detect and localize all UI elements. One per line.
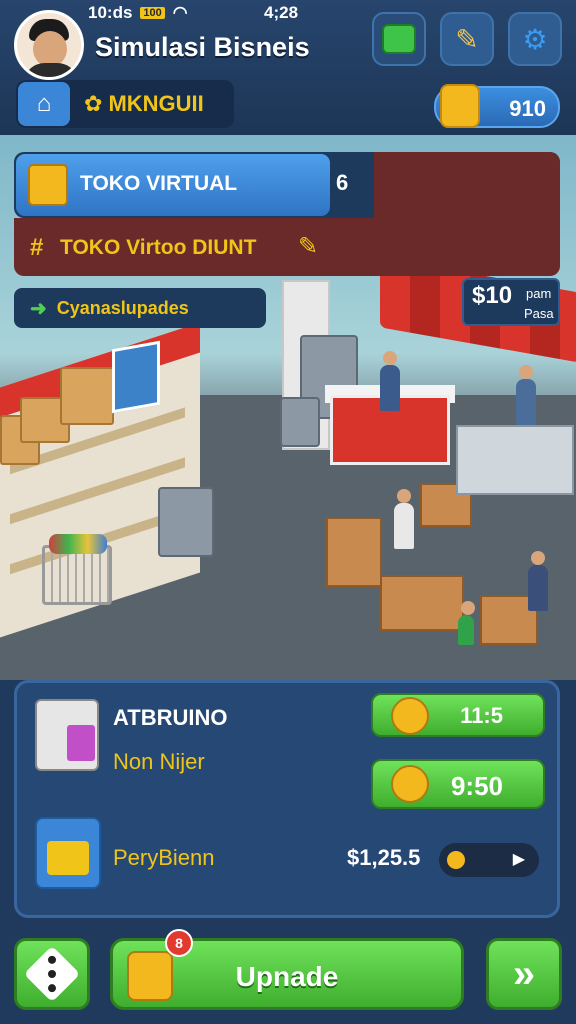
gear-icon: ⚙ — [522, 23, 548, 55]
income-value: 11:5 — [460, 703, 503, 728]
top-bar: 10:ds 100 ◠ 4;28 Simulasi Bisneis ✎ ⚙ ⌂ … — [0, 0, 576, 135]
coin-balance[interactable]: 910 — [434, 84, 560, 128]
menu-label: MKNGUII — [108, 91, 204, 116]
secondary-shop-label: TOKO Virtoo DIUNT — [60, 236, 257, 259]
shop-icon-button[interactable] — [372, 12, 426, 66]
settings-button[interactable]: ⚙ — [508, 12, 562, 66]
coin-icon — [391, 697, 429, 735]
desk — [380, 575, 464, 631]
time-value: 9:50 — [450, 771, 503, 801]
status-bar: 10:ds 100 ◠ 4;28 — [88, 3, 298, 23]
cart-goods — [49, 534, 107, 554]
green-box-icon — [382, 24, 416, 54]
wifi-icon: ◠ — [172, 3, 188, 22]
updates-label: Cyanaslupades — [56, 297, 189, 318]
child-person — [458, 601, 475, 645]
coin-icon — [447, 851, 465, 869]
home-icon: ⌂ — [18, 82, 70, 126]
products-icon — [35, 699, 99, 771]
customer-person — [516, 365, 536, 425]
coin-balance-value: 910 — [509, 96, 546, 121]
bottom-bar: 8 Upnade » — [0, 924, 576, 1024]
double-chevron-right-icon: » — [512, 951, 536, 996]
vending-machine[interactable] — [158, 487, 214, 557]
dice-button[interactable] — [14, 938, 90, 1010]
shopping-cart[interactable] — [42, 534, 112, 605]
cardboard-box — [60, 367, 114, 425]
battery-indicator: 100 — [140, 7, 165, 19]
price-main: $10 — [472, 282, 513, 309]
shopkeeper-person — [380, 351, 400, 411]
shop-count: 6 — [336, 170, 349, 195]
notification-badge: 8 — [165, 929, 193, 957]
tab-toko-virtual[interactable]: TOKO VIRTUAL — [16, 154, 330, 216]
dice-icon — [23, 945, 81, 1003]
stats-subtitle: Non Nijer — [113, 749, 205, 774]
box-icon — [28, 164, 68, 206]
upgrade-button[interactable]: 8 Upnade — [110, 929, 464, 1010]
status-time-right: 4;28 — [264, 3, 299, 22]
price-sub2: Pasa — [524, 306, 554, 321]
play-icon: ▶ — [512, 851, 525, 868]
time-pill[interactable]: 9:50 — [371, 759, 545, 809]
wallet-icon — [35, 817, 101, 889]
updates-button[interactable]: ➜ Cyanaslupades — [14, 288, 266, 328]
stats-row3-label: PeryBienn — [113, 845, 215, 870]
coin-stack-icon — [440, 84, 480, 128]
product-stand — [326, 517, 382, 587]
edit-button[interactable]: ✎ — [440, 12, 494, 66]
secondary-shop-row[interactable]: # TOKO Virtoo DIUNT ✎ — [14, 218, 560, 276]
price-tag: $10 pam Pasa — [462, 278, 560, 326]
game-title: Simulasi Bisneis — [95, 32, 310, 62]
money-toggle[interactable]: ▶ — [439, 843, 539, 877]
stats-title: ATBRUINO — [113, 705, 228, 730]
goods-shelf — [456, 425, 574, 495]
player-avatar[interactable] — [14, 10, 84, 80]
flower-icon: ✿ — [84, 91, 103, 116]
upgrade-label: Upnade — [235, 961, 339, 992]
stats-panel: ATBRUINO Non Nijer 11:5 9:50 PeryBienn $… — [14, 680, 560, 918]
income-pill[interactable]: 11:5 — [371, 693, 545, 737]
price-sub1: pam — [526, 286, 552, 301]
status-time-left: 10:ds — [88, 3, 133, 22]
tab-toko-virtual-label: TOKO VIRTUAL — [80, 172, 238, 195]
hash-icon: # — [30, 234, 44, 261]
menu-button[interactable]: ⌂ ✿ MKNGUII — [16, 80, 234, 128]
money-value: $1,25.5 — [347, 845, 421, 870]
panel-dark-area — [374, 152, 560, 218]
safe-box[interactable] — [280, 397, 320, 447]
customer-person — [394, 489, 414, 549]
customer-person — [528, 551, 548, 611]
coin-magnifier-icon — [391, 765, 429, 803]
next-button[interactable]: » — [486, 938, 562, 1010]
product-poster — [112, 340, 160, 414]
pen-icon[interactable]: ✎ — [298, 232, 318, 261]
shop-panel[interactable]: TOKO VIRTUAL 6 — [14, 152, 560, 218]
arrow-right-icon: ➜ — [30, 297, 47, 320]
pencil-icon: ✎ — [455, 23, 479, 55]
